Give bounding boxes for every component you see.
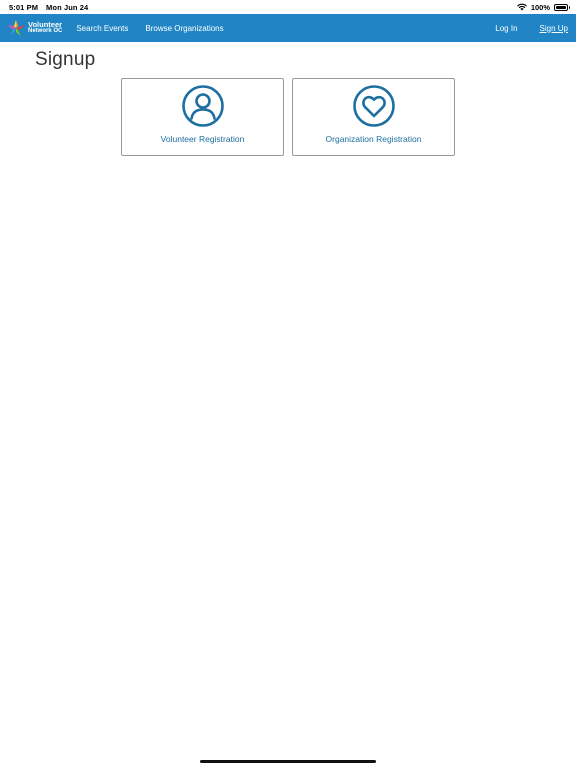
nav-auth-links: Log In Sign Up [495,24,568,33]
battery-icon [554,3,570,11]
brand-logo-link[interactable]: Volunteer Network OC [6,14,62,42]
battery-fill [556,5,566,9]
page-title: Signup [35,49,96,70]
navbar: Volunteer Network OC Search Events Brows… [0,14,576,42]
brand-line-2: Network OC [28,28,63,34]
home-indicator[interactable] [200,760,376,763]
volunteer-registration-card[interactable]: Volunteer Registration [121,78,284,156]
brand-text: Volunteer Network OC [28,21,62,35]
user-icon [181,85,224,127]
brand-line-1: Volunteer [28,20,63,29]
wifi-icon [517,3,527,11]
status-bar: 5:01 PM Mon Jun 24 100% [0,0,576,14]
organization-registration-card[interactable]: Organization Registration [292,78,455,156]
nav-browse-organizations[interactable]: Browse Organizations [145,24,223,33]
signup-link[interactable]: Sign Up [540,24,568,33]
screen: 5:01 PM Mon Jun 24 100% Volunteer Networ… [0,0,576,768]
nav-links: Search Events Browse Organizations [76,24,223,33]
status-time: 5:01 PM [9,2,39,12]
status-left: 5:01 PM Mon Jun 24 [9,3,88,12]
status-right: 100% [517,2,570,12]
heart-icon [352,85,395,127]
nav-search-events[interactable]: Search Events [76,24,128,33]
star-logo-icon [7,20,25,36]
organization-registration-label: Organization Registration [325,134,422,144]
login-link[interactable]: Log In [495,24,517,33]
volunteer-registration-label: Volunteer Registration [160,134,245,144]
battery-percent: 100% [530,2,550,12]
status-date: Mon Jun 24 [46,2,89,12]
